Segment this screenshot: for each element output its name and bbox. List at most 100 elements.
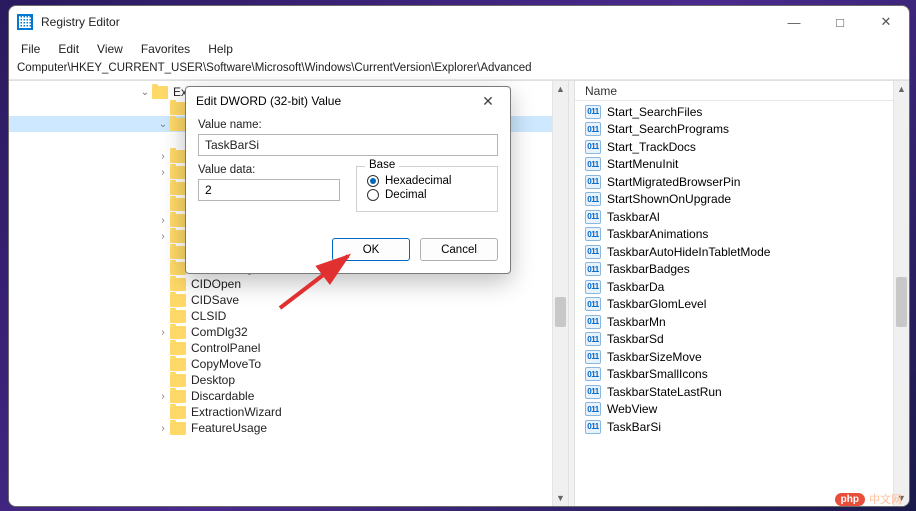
values-pane[interactable]: Name 011 Start_SearchFiles 011Start_Search…: [575, 81, 909, 506]
value-row[interactable]: 011 TaskbarMn: [575, 313, 909, 331]
value-row[interactable]: 011TaskbarStateLastRun: [575, 383, 909, 401]
menu-help[interactable]: Help: [208, 42, 233, 56]
list-scrollbar[interactable]: ▲ ▼: [893, 81, 909, 506]
ok-button[interactable]: OK: [332, 238, 410, 261]
tree-item[interactable]: CIDOpen: [9, 276, 568, 292]
value-name: Start_SearchFiles: [607, 105, 702, 119]
expander-icon[interactable]: ›: [157, 231, 169, 242]
tree-item[interactable]: › FeatureUsage: [9, 420, 568, 436]
folder-icon: [170, 422, 186, 435]
column-header-name[interactable]: Name: [575, 81, 909, 101]
value-name: Start_TrackDocs: [607, 140, 696, 154]
value-row[interactable]: 011TaskbarSmallIcons: [575, 366, 909, 384]
dword-icon: 011: [585, 105, 601, 119]
folder-icon: [170, 310, 186, 323]
dialog-close-icon[interactable]: ✕: [476, 93, 500, 110]
value-row[interactable]: 011 Start_TrackDocs: [575, 138, 909, 156]
value-row[interactable]: 011WebView: [575, 401, 909, 419]
expander-icon[interactable]: ›: [157, 423, 169, 434]
tree-item-label: CIDSave: [191, 293, 239, 307]
dword-icon: 011: [585, 175, 601, 189]
scroll-up-icon[interactable]: ▲: [553, 81, 568, 97]
value-name: TaskbarStateLastRun: [607, 385, 722, 399]
menu-file[interactable]: File: [21, 42, 40, 56]
folder-icon: [170, 374, 186, 387]
value-row[interactable]: 011StartShownOnUpgrade: [575, 191, 909, 209]
value-row[interactable]: 011Start_SearchPrograms: [575, 121, 909, 139]
dword-icon: 011: [585, 140, 601, 154]
scroll-thumb[interactable]: [555, 297, 566, 327]
menu-favorites[interactable]: Favorites: [141, 42, 190, 56]
dword-icon: 011: [585, 122, 601, 136]
radio-hexadecimal[interactable]: Hexadecimal: [367, 175, 487, 187]
dword-icon: 011: [585, 280, 601, 294]
value-row[interactable]: 011 Start_SearchFiles: [575, 103, 909, 121]
value-data-field[interactable]: [198, 179, 340, 201]
edit-dword-dialog: Edit DWORD (32-bit) Value ✕ Value name: …: [185, 86, 511, 274]
cancel-button[interactable]: Cancel: [420, 238, 498, 261]
tree-item-label: FeatureUsage: [191, 421, 267, 435]
value-row[interactable]: 011TaskBarSi: [575, 418, 909, 436]
folder-icon: [170, 278, 186, 291]
close-button[interactable]: ✕: [863, 6, 909, 38]
value-row[interactable]: 011StartMigratedBrowserPin: [575, 173, 909, 191]
value-row[interactable]: 011TaskbarBadges: [575, 261, 909, 279]
value-row[interactable]: 011TaskbarSizeMove: [575, 348, 909, 366]
tree-item[interactable]: Desktop: [9, 372, 568, 388]
folder-icon: [170, 358, 186, 371]
value-row[interactable]: 011TaskbarAnimations: [575, 226, 909, 244]
titlebar[interactable]: Registry Editor — □ ✕: [9, 6, 909, 38]
tree-item-label: CLSID: [191, 309, 226, 323]
menu-view[interactable]: View: [97, 42, 123, 56]
folder-icon: [170, 166, 186, 179]
folder-icon: [170, 262, 186, 275]
tree-item-label: Discardable: [191, 389, 254, 403]
scroll-thumb[interactable]: [896, 277, 907, 327]
tree-item[interactable]: ›ComDlg32: [9, 324, 568, 340]
dword-icon: 011: [585, 367, 601, 381]
tree-item-label: Desktop: [191, 373, 235, 387]
dword-icon: 011: [585, 315, 601, 329]
value-row[interactable]: 011 StartMenuInit: [575, 156, 909, 174]
value-row[interactable]: 011TaskbarDa: [575, 278, 909, 296]
address-bar[interactable]: Computer\HKEY_CURRENT_USER\Software\Micr…: [9, 60, 909, 80]
tree-item[interactable]: ControlPanel: [9, 340, 568, 356]
value-row[interactable]: 011TaskbarAutoHideInTabletMode: [575, 243, 909, 261]
expander-icon[interactable]: ⌄: [139, 87, 151, 98]
expander-icon[interactable]: ›: [157, 167, 169, 178]
expander-icon[interactable]: ›: [157, 327, 169, 338]
scroll-up-icon[interactable]: ▲: [894, 81, 909, 97]
expander-icon[interactable]: ⌄: [157, 119, 169, 130]
tree-item[interactable]: CopyMoveTo: [9, 356, 568, 372]
value-name: TaskbarGlomLevel: [607, 297, 706, 311]
value-row[interactable]: 011TaskbarSd: [575, 331, 909, 349]
tree-item[interactable]: CLSID: [9, 308, 568, 324]
value-name: TaskbarAl: [607, 210, 660, 224]
menu-edit[interactable]: Edit: [58, 42, 79, 56]
dword-icon: 011: [585, 297, 601, 311]
dialog-titlebar[interactable]: Edit DWORD (32-bit) Value ✕: [186, 87, 510, 115]
window-title: Registry Editor: [41, 15, 771, 29]
value-name: StartMenuInit: [607, 157, 678, 171]
scroll-down-icon[interactable]: ▼: [553, 490, 568, 506]
tree-item[interactable]: ExtractionWizard: [9, 404, 568, 420]
expander-icon[interactable]: ›: [157, 215, 169, 226]
minimize-button[interactable]: —: [771, 6, 817, 38]
radio-icon: [367, 189, 379, 201]
expander-icon[interactable]: ›: [157, 151, 169, 162]
folder-icon: [170, 390, 186, 403]
maximize-button[interactable]: □: [817, 6, 863, 38]
expander-icon[interactable]: ›: [157, 391, 169, 402]
value-row[interactable]: 011 TaskbarGlomLevel: [575, 296, 909, 314]
dword-icon: 011: [585, 210, 601, 224]
dword-icon: 011: [585, 157, 601, 171]
dword-icon: 011: [585, 402, 601, 416]
folder-icon: [170, 342, 186, 355]
tree-item[interactable]: CIDSave: [9, 292, 568, 308]
value-row[interactable]: 011 TaskbarAl: [575, 208, 909, 226]
value-name: TaskbarMn: [607, 315, 666, 329]
radio-decimal[interactable]: Decimal: [367, 189, 487, 201]
tree-item[interactable]: › Discardable: [9, 388, 568, 404]
tree-scrollbar[interactable]: ▲ ▼: [552, 81, 568, 506]
folder-icon: [152, 86, 168, 99]
